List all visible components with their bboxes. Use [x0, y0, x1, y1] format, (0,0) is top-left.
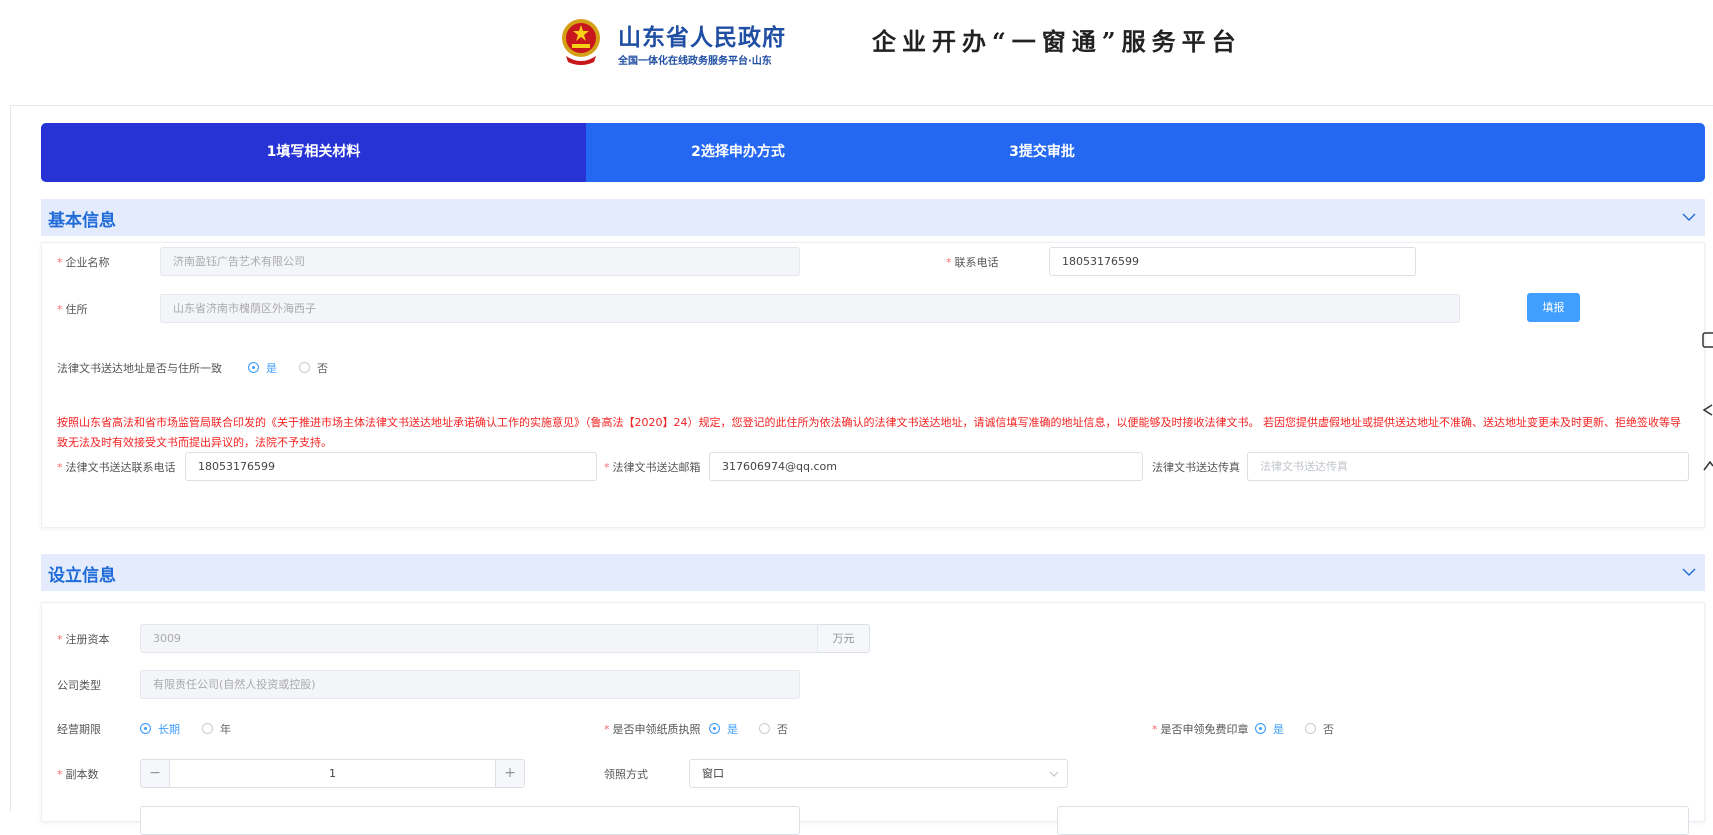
section-title: 基本信息	[48, 211, 116, 231]
copies-label: 副本数	[65, 768, 99, 781]
term-long-radio[interactable]: 长期	[140, 721, 180, 737]
phone-input[interactable]: 18053176599	[1049, 247, 1416, 276]
fill-address-button[interactable]: 填报	[1527, 293, 1580, 322]
step-bar: 1填写相关材料 2选择申办方式 3提交审批	[41, 123, 1705, 182]
gov-name: 山东省人民政府	[618, 25, 786, 51]
collapse-icon[interactable]	[1702, 404, 1713, 416]
term-year-radio[interactable]: 年	[202, 721, 231, 737]
legal-fax-input[interactable]: 法律文书送达传真	[1247, 452, 1689, 481]
address-label: 住所	[65, 303, 88, 316]
setup-info-panel: * 注册资本 3009 万元 公司类型 有限责任公司(自然人投资或控股) 经营期限…	[41, 602, 1705, 835]
free-seal-yes-radio[interactable]: 是	[1255, 721, 1284, 737]
national-emblem-icon	[562, 19, 600, 65]
section-setup-info[interactable]: 设立信息	[41, 554, 1705, 591]
chevron-down-icon[interactable]	[1681, 564, 1697, 580]
capital-label: 注册资本	[65, 633, 110, 646]
address-input[interactable]: 山东省济南市槐荫区外海西子	[160, 294, 1460, 323]
legal-same-yes-radio[interactable]: 是	[248, 360, 277, 376]
save-icon[interactable]	[1702, 332, 1713, 348]
free-seal-no-radio[interactable]: 否	[1305, 721, 1334, 737]
section-title: 设立信息	[48, 566, 116, 586]
site-header: 山东省人民政府 全国一体化在线政务服务平台·山东 企业开办“一窗通”服务平台	[0, 0, 1713, 105]
main-content: 1填写相关材料 2选择申办方式 3提交审批 基本信息 * 企业名称 济南盈钰广告艺…	[10, 105, 1713, 835]
legal-email-label: 法律文书送达邮箱	[612, 461, 701, 474]
legal-phone-label: 法律文书送达联系电话	[65, 461, 176, 474]
platform-title: 企业开办“一窗通”服务平台	[872, 27, 1242, 56]
step-fill-materials[interactable]: 1填写相关材料	[41, 123, 586, 182]
basic-info-panel: * 企业名称 济南盈钰广告艺术有限公司 * 联系电话 18053176599 * 住所…	[41, 242, 1705, 528]
paper-license-label: 是否申领纸质执照	[612, 723, 701, 736]
copies-value[interactable]: 1	[171, 760, 494, 787]
chevron-down-icon[interactable]	[1681, 209, 1697, 225]
legal-same-no-radio[interactable]: 否	[299, 360, 328, 376]
legal-same-label: 法律文书送达地址是否与住所一致	[57, 362, 222, 375]
company-type-input[interactable]: 有限责任公司(自然人投资或控股)	[140, 670, 800, 699]
legal-fax-label: 法律文书送达传真	[1152, 461, 1240, 474]
pickup-label: 领照方式	[604, 768, 648, 781]
term-label: 经营期限	[57, 723, 101, 736]
company-name-label: 企业名称	[65, 256, 110, 269]
free-seal-label: 是否申领免费印章	[1160, 723, 1249, 736]
gov-subtitle: 全国一体化在线政务服务平台·山东	[618, 56, 772, 67]
step-submit-review[interactable]: 3提交审批	[890, 123, 1194, 182]
company-type-label: 公司类型	[57, 679, 101, 692]
paper-license-yes-radio[interactable]: 是	[709, 721, 738, 737]
back-to-top-icon[interactable]	[1703, 460, 1713, 471]
company-name-input[interactable]: 济南盈钰广告艺术有限公司	[160, 247, 800, 276]
decrement-button[interactable]: −	[141, 760, 170, 787]
legal-phone-input[interactable]: 18053176599	[185, 452, 597, 481]
side-toolbar[interactable]	[1700, 330, 1713, 480]
legal-notice-text: 按照山东省高法和省市场监管局联合印发的《关于推进市场主体法律文书送达地址承诺确认…	[57, 416, 1681, 449]
next-row-input[interactable]	[140, 806, 800, 835]
capital-input[interactable]: 3009	[140, 624, 818, 653]
increment-button[interactable]: +	[495, 760, 524, 787]
next-row-input-right[interactable]	[1057, 806, 1689, 835]
legal-email-input[interactable]: 317606974@qq.com	[709, 452, 1143, 481]
section-basic-info[interactable]: 基本信息	[41, 199, 1705, 236]
pickup-selected-value: 窗口	[702, 767, 724, 780]
pickup-select[interactable]: 窗口	[689, 759, 1068, 788]
capital-unit: 万元	[818, 624, 870, 653]
phone-label: 联系电话	[954, 256, 999, 269]
copies-stepper[interactable]: − 1 +	[140, 759, 525, 788]
paper-license-no-radio[interactable]: 否	[759, 721, 788, 737]
chevron-down-icon	[1049, 771, 1059, 777]
step-choose-method[interactable]: 2选择申办方式	[586, 123, 890, 182]
